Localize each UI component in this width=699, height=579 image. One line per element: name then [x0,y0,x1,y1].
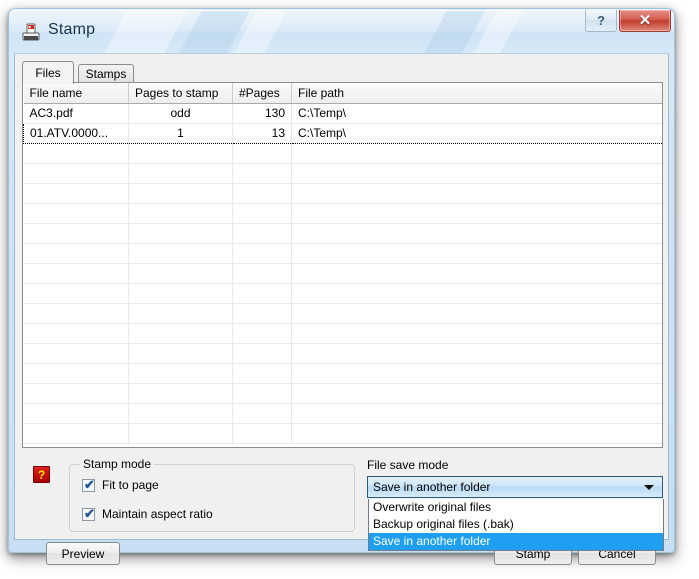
table-row-empty[interactable] [23,203,662,224]
cell-file-name: AC3.pdf [23,103,129,124]
column-header-pages-to-stamp[interactable]: Pages to stamp [128,83,233,104]
help-button[interactable]: ? [585,10,617,32]
checkbox-maintain-aspect-ratio[interactable]: ✔ Maintain aspect ratio [82,507,213,521]
combobox-selected-value: Save in another folder [373,480,491,494]
hint-icon[interactable]: ? [33,466,50,483]
file-save-mode-section: File save mode Save in another folder Ov… [367,458,664,551]
table-row-empty[interactable] [23,223,662,244]
table-row-empty[interactable] [23,383,662,404]
table-row-empty[interactable] [23,403,662,424]
close-icon: ✕ [638,12,652,29]
close-button[interactable]: ✕ [619,10,671,32]
files-grid[interactable]: File name Pages to stamp #Pages File pat… [22,82,663,448]
dropdown-option-another-folder[interactable]: Save in another folder [369,533,663,550]
table-body: AC3.pdf odd 130 C:\Temp\ 01.ATV.0000... … [23,103,662,444]
checkbox-fit-to-page[interactable]: ✔ Fit to page [82,478,159,492]
table-header-row: File name Pages to stamp #Pages File pat… [23,83,662,104]
table-row-empty[interactable] [23,263,662,284]
table-row-empty[interactable] [23,423,662,444]
table-row-empty[interactable] [23,163,662,184]
table-row-empty[interactable] [23,243,662,264]
tab-files[interactable]: Files [22,61,74,84]
files-table: File name Pages to stamp #Pages File pat… [23,83,662,444]
column-header-file-name[interactable]: File name [23,83,129,104]
stamp-mode-title: Stamp mode [80,457,155,471]
cell-num-pages: 130 [232,103,292,124]
table-row[interactable]: AC3.pdf odd 130 C:\Temp\ [23,103,662,124]
table-row[interactable]: 01.ATV.0000... 1 13 C:\Temp\ [23,122,662,144]
options-area: ? Stamp mode ✔ Fit to page ✔ Maintain as… [22,452,664,551]
table-row-empty[interactable] [23,343,662,364]
cell-file-name: 01.ATV.0000... [23,122,129,144]
table-row-empty[interactable] [23,303,662,324]
dialog-client-area: Files Stamps File name Pages to stamp #P… [14,53,669,565]
stamp-dialog-window: Stamp ? ✕ Files Stamps File name Pages t… [8,8,675,565]
cell-file-path: C:\Temp\ [291,103,662,124]
check-icon: ✔ [84,476,95,492]
preview-button[interactable]: Preview [46,542,120,565]
chevron-down-icon[interactable] [644,485,654,490]
glass-streak [79,9,199,54]
caption-buttons: ? ✕ [585,10,671,32]
file-save-mode-label: File save mode [367,458,449,472]
file-save-mode-dropdown-list: Overwrite original files Backup original… [368,499,664,551]
column-header-file-path[interactable]: File path [291,83,662,104]
cell-pages-to-stamp: odd [128,103,233,124]
dropdown-option-overwrite[interactable]: Overwrite original files [369,499,663,516]
table-row-empty[interactable] [23,363,662,384]
column-header-num-pages[interactable]: #Pages [232,83,292,104]
check-icon: ✔ [84,505,95,521]
table-row-empty[interactable] [23,183,662,204]
cell-num-pages: 13 [232,122,292,144]
dropdown-option-backup[interactable]: Backup original files (.bak) [369,516,663,533]
table-row-empty[interactable] [23,283,662,304]
stamp-icon [22,23,40,41]
checkbox-label: Fit to page [102,478,159,492]
tab-stamps[interactable]: Stamps [78,64,134,83]
table-row-empty[interactable] [23,323,662,344]
cell-pages-to-stamp: 1 [128,122,233,144]
window-title: Stamp [48,21,96,38]
file-save-mode-combobox[interactable]: Save in another folder Overwrite origina… [367,476,664,551]
cell-file-path: C:\Temp\ [291,122,662,144]
checkbox-box[interactable]: ✔ [82,476,95,492]
checkbox-box[interactable]: ✔ [82,505,95,521]
title-bar[interactable] [9,9,674,54]
tab-strip: Files Stamps [22,61,663,84]
stamp-mode-groupbox: Stamp mode ✔ Fit to page ✔ Maintain aspe… [69,457,355,532]
table-row-empty[interactable] [23,143,662,164]
checkbox-label: Maintain aspect ratio [102,507,213,521]
